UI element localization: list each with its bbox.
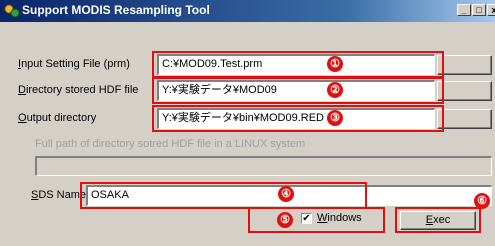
exec-button-text: xec bbox=[433, 214, 451, 226]
input-setting-label: Input Setting File (prm) bbox=[18, 58, 130, 70]
output-dir-label-accel: O bbox=[18, 112, 27, 124]
hdf-dir-label-accel: D bbox=[18, 84, 26, 96]
output-dir-field[interactable]: Y:¥実験データ¥bin¥MOD09.RED bbox=[157, 108, 435, 129]
windows-checkbox-label-accel: W bbox=[317, 212, 328, 224]
windows-checkbox-label-text: indows bbox=[327, 212, 362, 224]
annotation-marker-5: ⑤ bbox=[277, 212, 293, 228]
window-title: Support MODIS Resampling Tool bbox=[22, 3, 210, 17]
windows-checkbox[interactable]: ✔ bbox=[301, 213, 312, 224]
output-dir-label-text: utput directory bbox=[26, 112, 97, 124]
input-setting-field[interactable]: C:¥MOD09.Test.prm bbox=[157, 54, 435, 75]
exec-button[interactable]: Exec bbox=[400, 211, 476, 230]
title-bar[interactable]: Support MODIS Resampling Tool _ □ x bbox=[0, 0, 495, 22]
minimize-button[interactable]: _ bbox=[457, 4, 471, 16]
annotation-marker-6: ⑥ bbox=[474, 193, 490, 209]
annotation-marker-2: ② bbox=[327, 82, 343, 98]
hdf-dir-label: Directory stored HDF file bbox=[18, 84, 138, 96]
app-icon bbox=[4, 4, 20, 18]
app-window: Support MODIS Resampling Tool _ □ x Inpu… bbox=[0, 0, 495, 246]
output-dir-label: Output directory bbox=[18, 112, 96, 124]
sds-name-label-text: DS Name bbox=[38, 189, 87, 201]
maximize-button[interactable]: □ bbox=[472, 4, 486, 16]
annotation-marker-3: ③ bbox=[327, 110, 343, 126]
annotation-marker-4: ④ bbox=[278, 186, 294, 202]
windows-checkbox-label[interactable]: Windows bbox=[317, 212, 362, 224]
input-setting-browse-button[interactable] bbox=[437, 55, 492, 75]
hdf-dir-label-text: irectory stored HDF file bbox=[25, 84, 139, 96]
hdf-dir-field[interactable]: Y:¥実験データ¥MOD09 bbox=[157, 80, 435, 101]
close-button[interactable]: x bbox=[487, 4, 495, 16]
linux-path-label: Full path of directory sotred HDF file i… bbox=[35, 138, 306, 150]
sds-name-label: SDS Name bbox=[31, 189, 86, 201]
hdf-dir-browse-button[interactable] bbox=[437, 81, 492, 101]
exec-button-accel: E bbox=[425, 214, 434, 226]
output-dir-browse-button[interactable] bbox=[437, 109, 492, 129]
annotation-marker-1: ① bbox=[327, 56, 343, 72]
input-setting-label-text: nput Setting File (prm) bbox=[21, 58, 130, 70]
linux-path-field bbox=[35, 156, 492, 176]
